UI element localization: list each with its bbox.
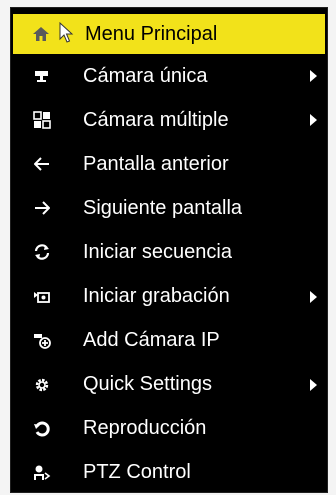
submenu-arrow-icon [310,114,317,127]
menu-item-previous-screen[interactable]: Pantalla anterior [11,142,327,186]
menu-item-quick-settings[interactable]: Quick Settings [11,363,327,407]
menu-item-main-menu[interactable]: Menu Principal [13,14,325,54]
mouse-cursor-icon [59,21,75,50]
context-menu: Menu Principal Cámara única Cámara múlti… [10,7,328,493]
home-icon [30,23,52,45]
menu-item-label: Siguiente pantalla [83,196,243,219]
menu-item-label: Quick Settings [83,373,212,396]
playback-icon [31,418,53,440]
menu-item-label: Menu Principal [85,22,218,45]
menu-item-start-recording[interactable]: Iniciar grabación [11,274,327,318]
record-icon [31,286,53,308]
menu-item-label: Iniciar secuencia [83,240,232,263]
submenu-arrow-icon [310,290,317,303]
multi-camera-icon [31,109,53,131]
menu-item-label: PTZ Control [83,461,191,484]
add-camera-icon [31,330,53,352]
menu-item-label: Add Cámara IP [83,329,220,352]
menu-item-multi-camera[interactable]: Cámara múltiple [11,98,327,142]
arrow-left-icon [31,153,53,175]
menu-item-add-ip-camera[interactable]: Add Cámara IP [11,319,327,363]
menu-item-label: Reproducción [83,417,207,440]
ptz-icon [31,462,53,484]
menu-item-label: Pantalla anterior [83,152,229,175]
submenu-arrow-icon [310,378,317,391]
refresh-icon [31,241,53,263]
menu-item-label: Cámara múltiple [83,108,229,131]
menu-item-label: Cámara única [83,64,208,87]
camera-icon [31,65,53,87]
gear-icon [31,374,53,396]
menu-item-start-sequence[interactable]: Iniciar secuencia [11,230,327,274]
arrow-right-icon [31,197,53,219]
submenu-arrow-icon [310,70,317,83]
menu-item-next-screen[interactable]: Siguiente pantalla [11,186,327,230]
menu-item-label: Iniciar grabación [83,285,230,308]
menu-item-single-camera[interactable]: Cámara única [11,54,327,98]
menu-item-ptz-control[interactable]: PTZ Control [11,451,327,495]
menu-item-playback[interactable]: Reproducción [11,407,327,451]
